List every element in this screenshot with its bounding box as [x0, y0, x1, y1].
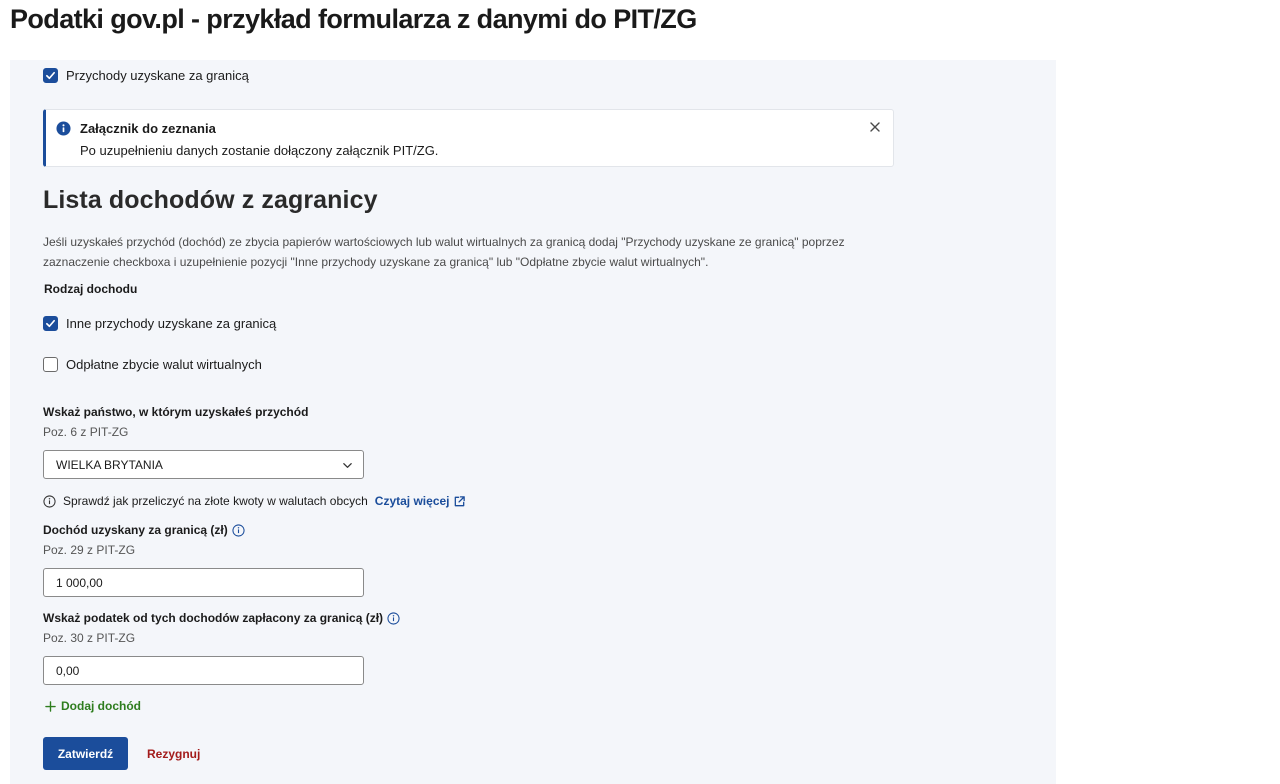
foreign-income-checkbox-row[interactable]: Przychody uzyskane za granicą [43, 68, 249, 83]
chevron-down-icon [343, 463, 352, 468]
tax-input[interactable] [43, 656, 364, 685]
tax-label-row: Wskaż podatek od tych dochodów zapłacony… [43, 611, 400, 625]
country-hint: Poz. 6 z PIT-ZG [43, 425, 129, 439]
income-input[interactable] [43, 568, 364, 597]
external-link-icon [454, 495, 465, 506]
info-tooltip-icon[interactable] [387, 611, 400, 625]
alert-title: Załącznik do zeznania [80, 121, 216, 136]
check-icon [46, 71, 55, 80]
section-title: Lista dochodów z zagranicy [43, 186, 378, 214]
income-type-label: Rodzaj dochodu [44, 282, 138, 296]
other-income-option[interactable]: Inne przychody uzyskane za granicą [43, 316, 276, 331]
alert-text: Po uzupełnieniu danych zostanie dołączon… [80, 143, 439, 158]
submit-button[interactable]: Zatwierdź [43, 737, 128, 770]
foreign-income-checkbox[interactable] [43, 68, 58, 83]
foreign-income-label: Przychody uzyskane za granicą [66, 68, 249, 83]
country-select-value: WIELKA BRYTANIA [56, 458, 163, 472]
income-label: Dochód uzyskany za granicą (zł) [43, 523, 228, 537]
add-income-label: Dodaj dochód [61, 699, 141, 713]
close-icon[interactable] [868, 120, 882, 134]
read-more-label: Czytaj więcej [374, 494, 450, 508]
virtual-currency-checkbox[interactable] [43, 357, 58, 372]
section-description: Jeśli uzyskałeś przychód (dochód) ze zby… [43, 235, 845, 269]
country-label: Wskaż państwo, w którym uzyskałeś przych… [43, 405, 309, 419]
add-income-button[interactable]: Dodaj dochód [45, 699, 141, 713]
info-tooltip-icon[interactable] [232, 523, 245, 537]
page-heading: Podatki gov.pl - przykład formularza z d… [10, 4, 697, 34]
tax-hint: Poz. 30 z PIT-ZG [43, 631, 136, 645]
info-outline-icon [43, 494, 56, 508]
other-income-checkbox[interactable] [43, 316, 58, 331]
plus-icon [45, 700, 56, 712]
form-panel: Przychody uzyskane za granicą Załącznik … [10, 60, 1056, 784]
income-hint: Poz. 29 z PIT-ZG [43, 543, 136, 557]
cancel-button[interactable]: Rezygnuj [141, 737, 206, 770]
tax-label: Wskaż podatek od tych dochodów zapłacony… [43, 611, 384, 625]
attachment-alert: Załącznik do zeznania Po uzupełnieniu da… [43, 109, 894, 167]
currency-help-text: Sprawdź jak przeliczyć na złote kwoty w … [63, 494, 368, 508]
read-more-link[interactable]: Czytaj więcej [375, 494, 466, 508]
info-icon [56, 121, 71, 136]
income-label-row: Dochód uzyskany za granicą (zł) [43, 523, 245, 537]
other-income-label: Inne przychody uzyskane za granicą [66, 316, 277, 331]
virtual-currency-option[interactable]: Odpłatne zbycie walut wirtualnych [43, 357, 262, 372]
check-icon [46, 319, 55, 328]
currency-help: Sprawdź jak przeliczyć na złote kwoty w … [43, 493, 466, 509]
virtual-currency-label: Odpłatne zbycie walut wirtualnych [66, 357, 262, 372]
country-select[interactable]: WIELKA BRYTANIA [43, 450, 364, 479]
